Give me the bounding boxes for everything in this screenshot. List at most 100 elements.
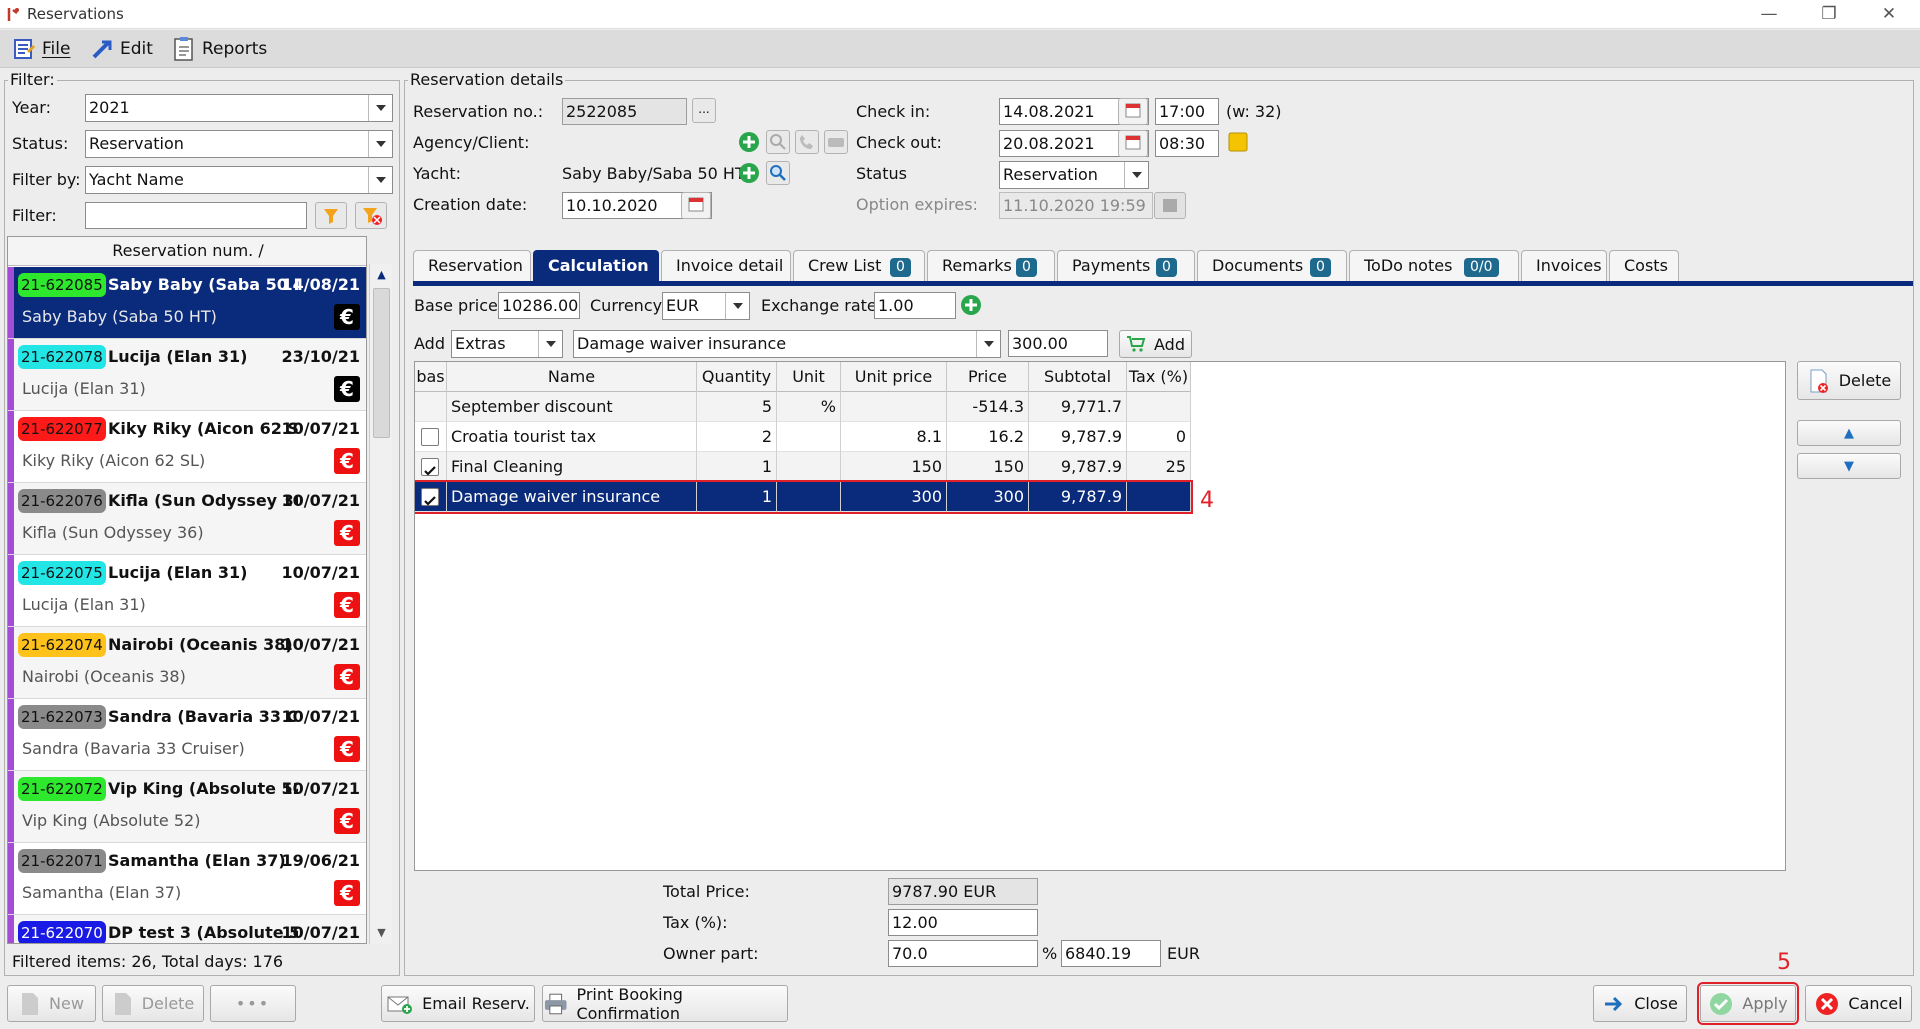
column-header[interactable]: Unit price — [841, 362, 947, 392]
list-item[interactable]: 21-622072 Vip King (Absolute 52) 10/07/21 V… — [8, 771, 366, 843]
year-select[interactable]: 2021 — [85, 94, 393, 122]
status-select[interactable]: Reservation — [999, 161, 1149, 189]
owner-amount-field[interactable]: 6840.19 — [1061, 940, 1161, 967]
list-header[interactable]: Reservation num. ∕ — [8, 237, 366, 266]
checkbox-checked[interactable] — [421, 458, 439, 476]
tab-documents[interactable]: Documents 0 — [1197, 250, 1347, 282]
chevron-down-icon[interactable] — [368, 131, 392, 157]
currency-select[interactable]: EUR — [662, 292, 750, 320]
phone-button[interactable] — [795, 130, 819, 154]
add-type-select[interactable]: Extras — [451, 330, 563, 358]
check-in-time-field[interactable]: 17:00 — [1155, 98, 1219, 125]
list-item[interactable]: 21-622076 Kifla (Sun Odyssey 36) 10/07/21 K… — [8, 483, 366, 555]
chevron-down-icon[interactable] — [976, 331, 1000, 357]
table-cell-check — [415, 482, 447, 512]
owner-percent-field[interactable]: 70.0 — [888, 940, 1038, 967]
check-out-time-field[interactable]: 08:30 — [1155, 130, 1219, 157]
scroll-up-icon[interactable]: ▲ — [373, 264, 390, 286]
list-item-title: Samantha (Elan 37) — [108, 851, 286, 870]
tax-field[interactable]: 12.00 — [888, 909, 1038, 936]
list-item[interactable]: 21-622071 Samantha (Elan 37) 19/06/21 Saman… — [8, 843, 366, 915]
checkbox-checked[interactable] — [421, 488, 439, 506]
check-out-date-picker[interactable] — [1118, 130, 1148, 157]
scroll-thumb[interactable] — [373, 288, 390, 438]
checkbox[interactable] — [421, 428, 439, 446]
check-in-date-picker[interactable] — [1118, 98, 1148, 125]
tab-remarks[interactable]: Remarks 0 — [927, 250, 1055, 282]
cancel-button[interactable]: Cancel — [1805, 985, 1912, 1022]
menu-reports[interactable]: Reports — [172, 36, 267, 62]
chevron-down-icon[interactable] — [368, 167, 392, 193]
creation-date-picker[interactable] — [681, 192, 711, 219]
note-button[interactable] — [1226, 130, 1250, 154]
scroll-down-icon[interactable]: ▼ — [373, 922, 390, 944]
filter-by-select[interactable]: Yacht Name — [85, 166, 393, 194]
column-header[interactable]: Quantity — [697, 362, 777, 392]
menu-file[interactable]: File — [12, 36, 70, 62]
close-button[interactable]: Close — [1593, 985, 1687, 1022]
list-item[interactable]: 21-622070 DP test 3 (Absolute 56) 10/07/21… — [8, 915, 366, 943]
add-item-select[interactable]: Damage waiver insurance — [573, 330, 1001, 358]
email-reservation-button[interactable]: Email Reserv. — [381, 985, 535, 1022]
list-scrollbar[interactable]: ▲ ▼ — [369, 264, 392, 944]
tab-invoices[interactable]: Invoices — [1521, 250, 1607, 282]
minimize-icon[interactable]: — — [1746, 2, 1792, 26]
chevron-down-icon[interactable] — [725, 293, 749, 319]
delete-row-button[interactable]: Delete — [1797, 361, 1901, 400]
apply-button[interactable]: Apply — [1697, 982, 1799, 1025]
clear-filter-button[interactable] — [355, 202, 387, 229]
add-exchange-button[interactable] — [959, 293, 983, 317]
table-row[interactable]: Croatia tourist tax 2 8.1 16.2 9,787.9 0 — [415, 422, 1191, 452]
add-yacht-button[interactable] — [737, 161, 761, 185]
exchange-rate-field[interactable]: 1.00 — [874, 292, 956, 319]
delete-button[interactable]: Delete — [102, 985, 204, 1022]
add-amount-field[interactable]: 300.00 — [1008, 330, 1108, 357]
reservation-no-field[interactable]: 2522085 — [562, 98, 687, 125]
table-row[interactable]: September discount 5% -514.3 9,771.7 — [415, 392, 1191, 422]
tab-crew-list[interactable]: Crew List 0 — [793, 250, 925, 282]
tab-invoice-detail[interactable]: Invoice detail — [661, 250, 791, 282]
tab-todo-notes[interactable]: ToDo notes 0/0 — [1349, 250, 1519, 282]
more-button[interactable]: ••• — [210, 985, 296, 1022]
tab-payments[interactable]: Payments 0 — [1057, 250, 1195, 282]
apply-filter-button[interactable] — [315, 202, 347, 229]
list-item[interactable]: 21-622085Saby Baby (Saba 50 HT)14/08/21S… — [8, 267, 366, 339]
filter-text-input[interactable] — [85, 202, 307, 229]
move-down-button[interactable]: ▼ — [1797, 453, 1901, 479]
list-item[interactable]: 21-622077 Kiky Riky (Aicon 62 SL) 10/07/21… — [8, 411, 366, 483]
table-row[interactable]: Final Cleaning 1 150 150 9,787.9 25 — [415, 452, 1191, 482]
column-header[interactable]: Subtotal — [1029, 362, 1127, 392]
chevron-down-icon[interactable] — [368, 95, 392, 121]
chevron-down-icon[interactable] — [538, 331, 562, 357]
card-button[interactable] — [824, 130, 848, 154]
column-header[interactable]: bas — [415, 362, 447, 392]
table-cell-unit — [777, 482, 841, 512]
chevron-down-icon[interactable] — [1124, 162, 1148, 188]
column-header[interactable]: Tax (%) — [1127, 362, 1191, 392]
tab-costs[interactable]: Costs — [1609, 250, 1679, 282]
table-row[interactable]: Damage waiver insurance 1 300 300 9,787.9 — [415, 480, 1193, 514]
column-header[interactable]: Unit — [777, 362, 841, 392]
search-agency-button[interactable] — [766, 130, 790, 154]
list-item[interactable]: 21-622078 Lucija (Elan 31) 23/10/21 Lucija … — [8, 339, 366, 411]
list-item[interactable]: 21-622074 Nairobi (Oceanis 38) 10/07/21 Nai… — [8, 627, 366, 699]
new-button[interactable]: New — [7, 985, 96, 1022]
close-window-icon[interactable]: ✕ — [1866, 2, 1912, 26]
list-item[interactable]: 21-622073Sandra (Bavaria 33 Cruis10/07/2… — [8, 699, 366, 771]
tab-reservation[interactable]: Reservation — [413, 250, 531, 282]
base-price-field[interactable]: 10286.00 — [498, 292, 580, 319]
reservation-no-more-button[interactable]: ... — [692, 98, 716, 123]
menu-edit[interactable]: Edit — [90, 36, 153, 62]
column-header[interactable]: Name — [447, 362, 697, 392]
column-header[interactable]: Price — [947, 362, 1029, 392]
list-item[interactable]: 21-622075 Lucija (Elan 31) 10/07/21 Lucija … — [8, 555, 366, 627]
print-confirmation-button[interactable]: Print Booking Confirmation — [542, 985, 788, 1023]
card-icon — [828, 138, 844, 147]
add-extra-button[interactable]: Add — [1119, 330, 1192, 358]
restore-icon[interactable]: ❐ — [1806, 2, 1852, 26]
tab-calculation[interactable]: Calculation — [533, 250, 659, 282]
add-agency-button[interactable] — [737, 130, 761, 154]
status-filter-select[interactable]: Reservation — [85, 130, 393, 158]
move-up-button[interactable]: ▲ — [1797, 420, 1901, 446]
search-yacht-button[interactable] — [766, 161, 790, 185]
